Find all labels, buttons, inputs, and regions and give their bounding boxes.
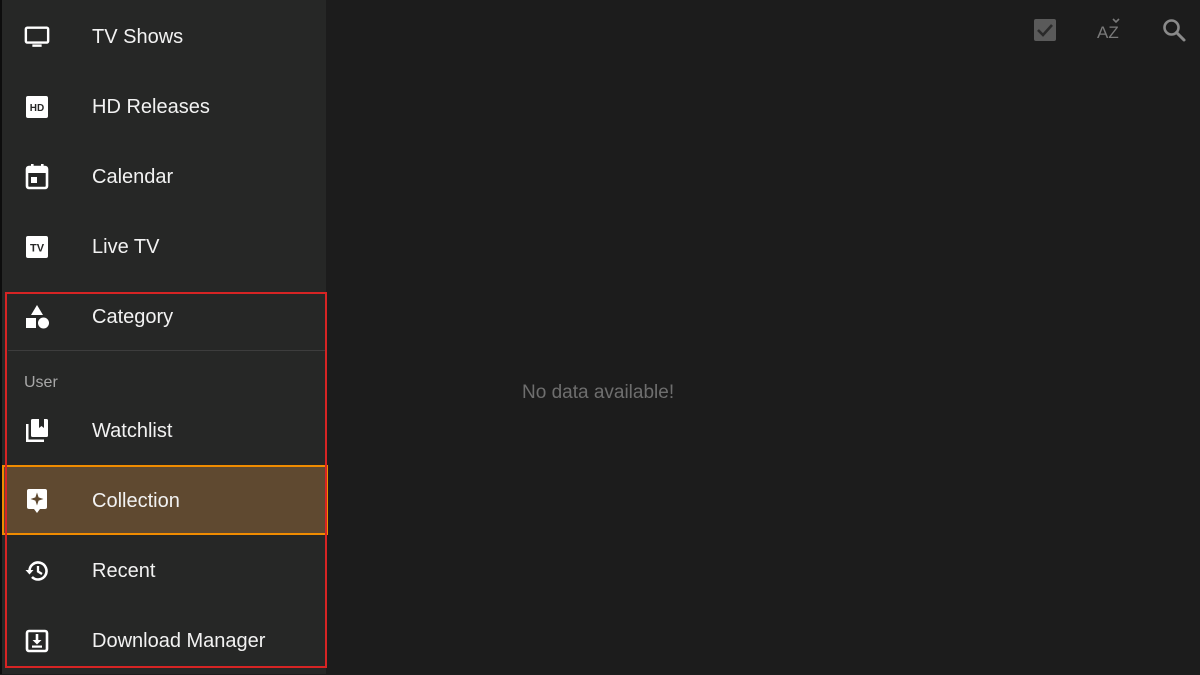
main-content: No data available! AZ (326, 0, 1200, 674)
nav-item-label: Category (92, 306, 174, 328)
sort-az-text: AZ (1097, 23, 1119, 42)
nav-item-tv-shows[interactable]: TV Shows (2, 1, 328, 71)
nav-item-watchlist[interactable]: Watchlist (2, 395, 328, 465)
nav-item-label: Calendar (92, 166, 174, 188)
nav-item-label: Live TV (92, 236, 160, 258)
search-icon[interactable] (1158, 14, 1190, 46)
empty-state-message: No data available! (522, 382, 675, 403)
calendar-icon (24, 164, 50, 190)
select-all-check-icon[interactable] (1029, 14, 1061, 46)
nav-item-live-tv[interactable]: TV Live TV (2, 211, 328, 281)
history-icon (24, 558, 50, 584)
nav-item-hd-releases[interactable]: HD HD Releases (2, 71, 328, 141)
nav-item-label: TV Shows (92, 26, 184, 48)
nav-item-category[interactable]: Category (2, 281, 328, 351)
tv-monitor-icon (24, 24, 50, 50)
download-icon (24, 628, 50, 654)
hd-icon: HD (24, 94, 50, 120)
svg-text:HD: HD (30, 103, 44, 114)
nav-item-label: HD Releases (92, 96, 210, 118)
section-divider (8, 350, 326, 351)
category-shapes-icon (24, 304, 50, 330)
nav-item-calendar[interactable]: Calendar (2, 141, 328, 211)
live-tv-icon: TV (24, 234, 50, 260)
watchlist-library-icon (24, 418, 50, 444)
nav-item-label: Collection (92, 490, 180, 512)
sort-az-icon[interactable]: AZ (1094, 14, 1128, 46)
nav-item-download-manager[interactable]: Download Manager (2, 605, 328, 675)
collection-star-icon (24, 488, 50, 514)
nav-item-label: Watchlist (92, 420, 173, 442)
nav-item-recent[interactable]: Recent (2, 535, 328, 605)
svg-text:TV: TV (30, 243, 45, 255)
nav-item-collection[interactable]: Collection (2, 465, 328, 535)
navigation-drawer: TV Shows HD HD Releases Calendar TV Live… (0, 0, 328, 675)
nav-item-label: Download Manager (92, 630, 266, 652)
section-label-user: User (24, 374, 58, 391)
nav-item-label: Recent (92, 560, 156, 582)
